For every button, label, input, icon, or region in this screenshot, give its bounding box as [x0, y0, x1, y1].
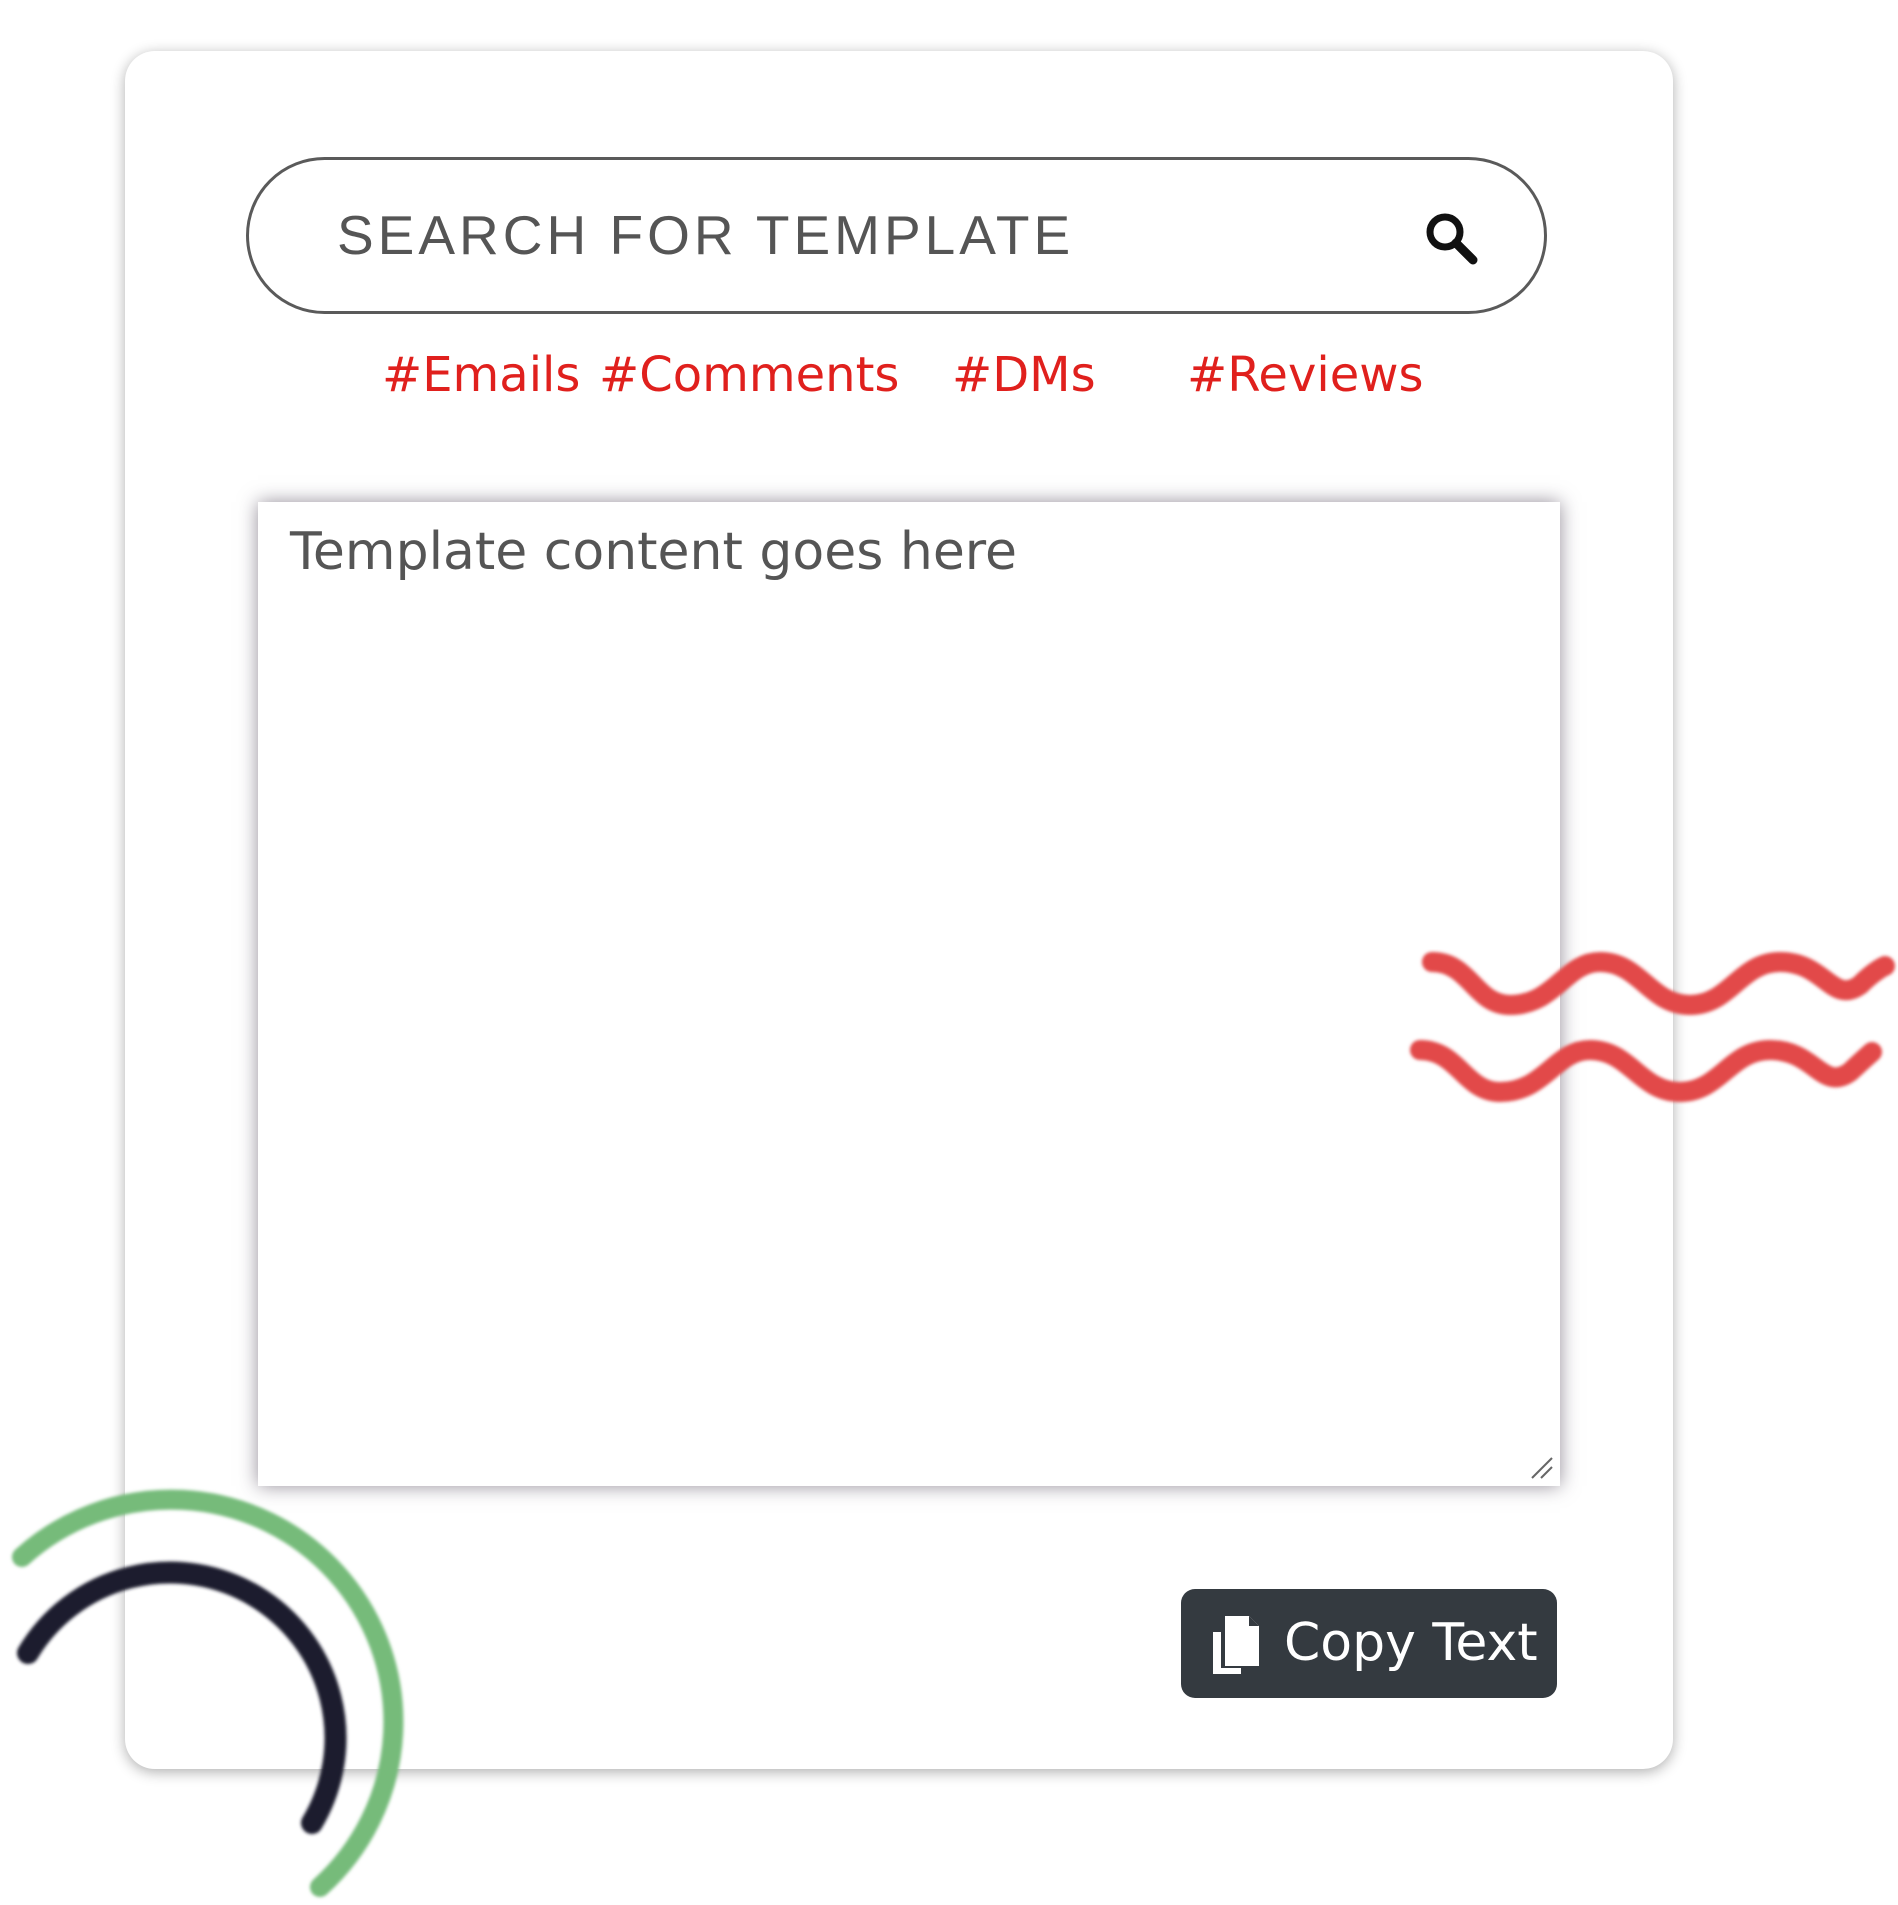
- resize-handle-icon[interactable]: [1528, 1454, 1554, 1480]
- search-bar: [246, 157, 1547, 314]
- search-icon[interactable]: [1421, 208, 1481, 268]
- copy-text-label: Copy Text: [1284, 1613, 1538, 1673]
- search-input[interactable]: [337, 180, 1337, 290]
- tag-emails[interactable]: #Emails: [382, 340, 580, 410]
- template-editor: [258, 502, 1560, 1486]
- copy-icon: [1213, 1616, 1259, 1674]
- tag-list: #Emails #Comments #DMs #Reviews: [0, 340, 1898, 410]
- copy-text-button[interactable]: Copy Text: [1181, 1589, 1557, 1698]
- tag-comments[interactable]: #Comments: [599, 340, 899, 410]
- template-content-textarea[interactable]: [258, 502, 1560, 1486]
- tag-reviews[interactable]: #Reviews: [1187, 340, 1423, 410]
- page: #Emails #Comments #DMs #Reviews Copy Tex…: [0, 0, 1898, 1905]
- tag-dms[interactable]: #DMs: [952, 340, 1096, 410]
